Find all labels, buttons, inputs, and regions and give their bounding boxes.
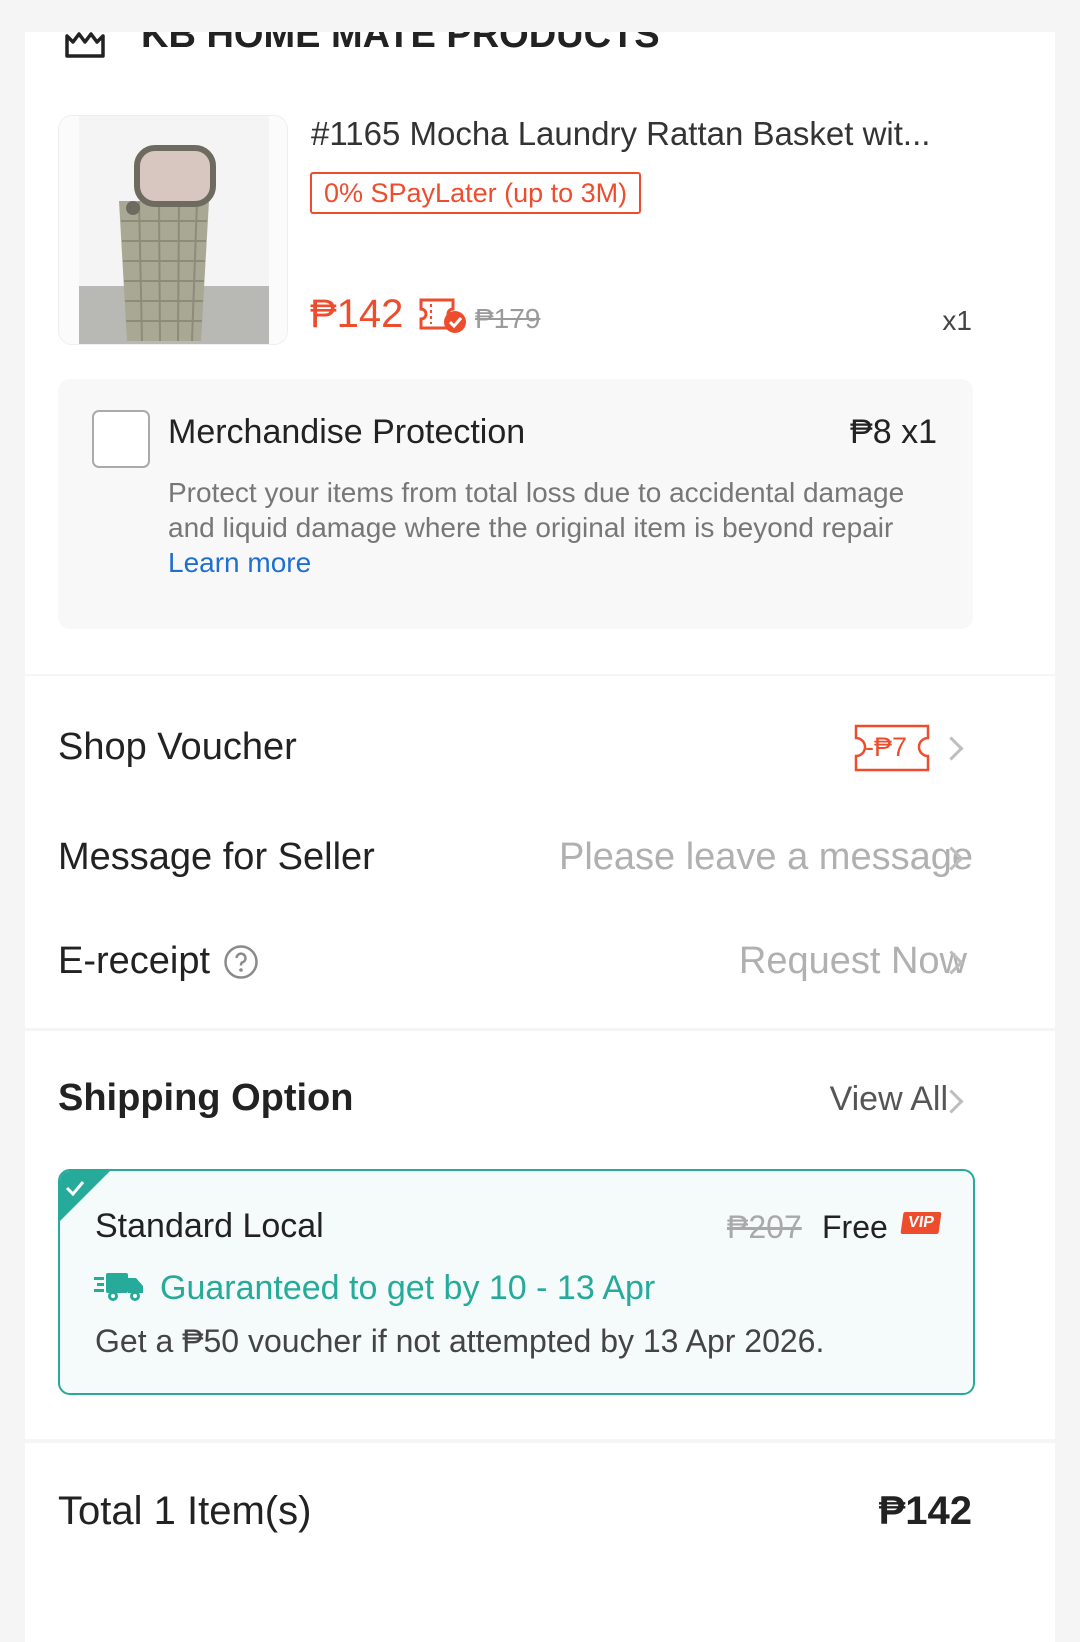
shipping-original-fee: ₱207	[727, 1209, 802, 1245]
voucher-check-icon	[418, 296, 468, 336]
shipping-card: Shipping Option View All Standard Local …	[25, 1031, 1055, 1439]
ereceipt-row[interactable]: E-receipt Request Now	[25, 912, 1055, 1012]
message-seller-row[interactable]: Message for Seller Please leave a messag…	[25, 808, 1055, 908]
shop-voucher-badge: -₱7	[853, 724, 931, 772]
ereceipt-label: E-receipt	[58, 940, 211, 982]
shop-icon	[63, 32, 107, 62]
vip-badge: VIP	[900, 1212, 942, 1234]
message-seller-input[interactable]: Please leave a message	[559, 834, 973, 880]
merchandise-protection: Merchandise Protection ₱8 x1 Protect you…	[58, 379, 973, 629]
original-price: ₱179	[475, 303, 541, 334]
protection-description: Protect your items from total loss due t…	[168, 477, 905, 543]
protection-title: Merchandise Protection	[168, 413, 526, 451]
spaylater-tag: 0% SPayLater (up to 3M)	[310, 172, 642, 214]
view-all-link[interactable]: View All	[830, 1077, 948, 1121]
shop-header[interactable]: KB HOME MATE PRODUCTS	[63, 32, 963, 64]
voucher-note: Get a ₱50 voucher if not attempted by 13…	[95, 1323, 825, 1359]
shop-name: KB HOME MATE PRODUCTS	[141, 32, 660, 56]
total-card: Total 1 Item(s) ₱142	[25, 1443, 1055, 1642]
shipping-option-name: Standard Local	[95, 1207, 324, 1245]
shipping-option-selected[interactable]: Standard Local ₱207 Free VIP Guaranteed …	[58, 1169, 975, 1395]
product-title[interactable]: #1165 Mocha Laundry Rattan Basket wit...	[311, 114, 971, 154]
total-amount: ₱142	[878, 1489, 972, 1533]
shipping-fee: Free	[822, 1209, 888, 1245]
chevron-right-icon	[939, 736, 964, 761]
shop-voucher-label: Shop Voucher	[58, 726, 297, 768]
product-image[interactable]	[58, 115, 288, 345]
message-seller-label: Message for Seller	[58, 836, 375, 878]
product-quantity: x1	[942, 305, 972, 336]
shop-voucher-row[interactable]: Shop Voucher -₱7	[25, 698, 1055, 798]
shop-card: KB HOME MATE PRODUCTS #1165 Mocha Laundr…	[25, 32, 1055, 674]
delivery-guarantee: Guaranteed to get by 10 - 13 Apr	[160, 1269, 656, 1307]
shipping-option-title: Shipping Option	[58, 1077, 354, 1119]
shop-voucher-value: -₱7	[865, 732, 908, 762]
options-card: Shop Voucher -₱7 Message for Seller Plea…	[25, 676, 1055, 1028]
request-now-action[interactable]: Request Now	[739, 938, 967, 984]
protection-price: ₱8 x1	[850, 413, 937, 451]
question-circle-icon[interactable]	[223, 944, 259, 980]
learn-more-link[interactable]: Learn more	[168, 545, 311, 580]
fast-truck-icon	[94, 1269, 146, 1305]
product-price: ₱142	[310, 292, 404, 336]
protection-checkbox[interactable]	[92, 410, 150, 468]
total-items-label: Total 1 Item(s)	[58, 1489, 312, 1533]
